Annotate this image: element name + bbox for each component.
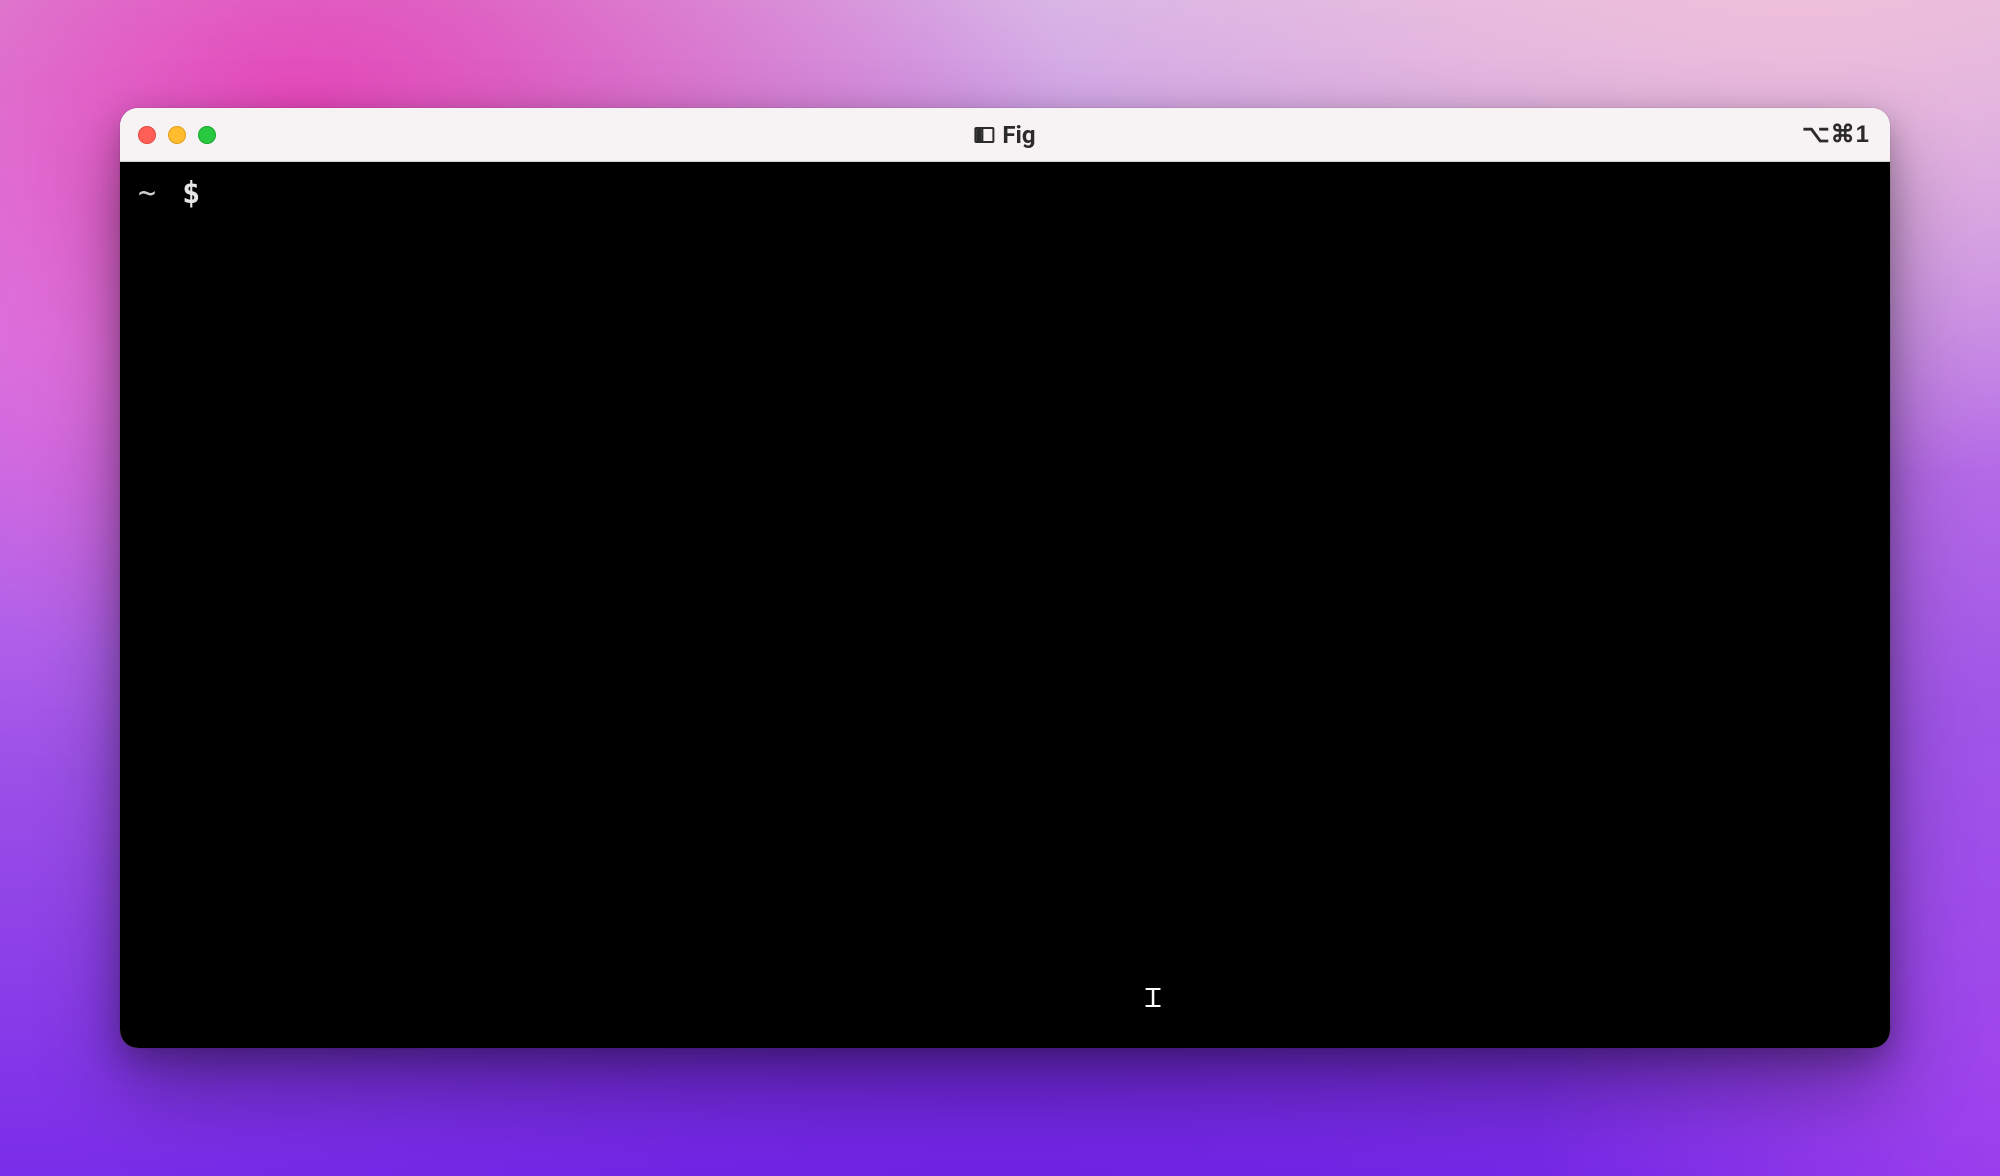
text-cursor-icon: Ꮖ <box>1145 984 1160 1015</box>
window-title-text: Fig <box>1002 121 1035 149</box>
close-button[interactable] <box>138 126 156 144</box>
maximize-button[interactable] <box>198 126 216 144</box>
window-controls <box>120 126 216 144</box>
window-title: Fig <box>974 121 1035 149</box>
prompt-path: ~ <box>138 176 156 211</box>
prompt-symbol: $ <box>182 176 200 211</box>
minimize-button[interactable] <box>168 126 186 144</box>
window-shortcut-hint: ⌥⌘1 <box>1802 120 1890 149</box>
terminal-window: Fig ⌥⌘1 ~ $ Ꮖ <box>120 108 1890 1048</box>
prompt-line: ~ $ <box>138 176 1872 211</box>
sidebar-toggle-icon <box>974 127 994 143</box>
window-titlebar[interactable]: Fig ⌥⌘1 <box>120 108 1890 162</box>
terminal-viewport[interactable]: ~ $ Ꮖ <box>120 162 1890 1048</box>
